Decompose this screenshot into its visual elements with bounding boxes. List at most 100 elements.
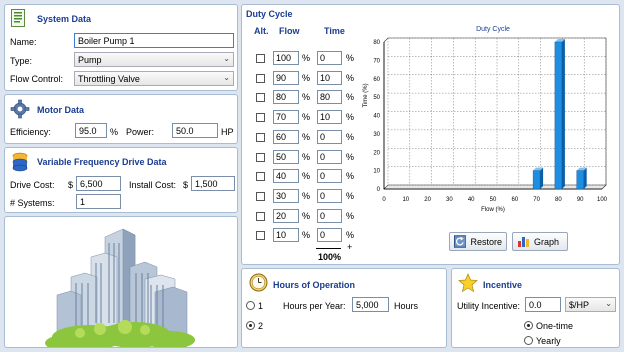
x-tick-label: 100 (597, 197, 608, 203)
x-axis-label: Flow (%) (481, 207, 505, 213)
bar (576, 170, 584, 190)
x-tick-label: 0 (382, 197, 386, 203)
incentive-unit-value: $/HP (569, 300, 590, 310)
drive-cost-currency: $ (68, 180, 74, 190)
incentive-unit-select[interactable]: $/HP ⌄ (565, 297, 616, 312)
hours-per-year-label: Hours per Year: (283, 301, 346, 311)
alt-checkbox[interactable] (256, 54, 265, 63)
install-cost-currency: $ (183, 180, 189, 190)
restore-icon (454, 235, 467, 248)
time-input[interactable]: 0 (317, 129, 342, 144)
flow-input[interactable]: 100 (273, 51, 299, 65)
drive-cost-input[interactable]: 6,500 (76, 176, 121, 191)
hours-option-2-label: 2 (258, 321, 264, 331)
time-pct-unit: % (346, 190, 355, 201)
flow-input[interactable]: 70 (273, 110, 299, 125)
system-data-panel: System Data Name: Boiler Pump 1 Type: Pu… (4, 4, 238, 91)
systems-input[interactable]: 1 (76, 194, 121, 209)
time-input[interactable]: 0 (317, 149, 342, 164)
flow-control-select[interactable]: Throttling Valve ⌄ (74, 71, 234, 86)
flow-control-label: Flow Control: (10, 74, 64, 84)
alt-checkbox[interactable] (256, 172, 265, 182)
one-time-radio[interactable] (524, 321, 533, 330)
bar-chart-icon (518, 237, 529, 247)
chevron-down-icon: ⌄ (605, 299, 612, 308)
time-pct-unit: % (346, 210, 355, 221)
time-pct-unit: % (346, 112, 355, 123)
time-input[interactable]: 10 (317, 70, 342, 85)
alt-checkbox[interactable] (256, 152, 265, 162)
type-label: Type: (10, 56, 33, 66)
flow-input[interactable]: 40 (273, 169, 299, 184)
hours-option-1-radio[interactable] (246, 301, 255, 310)
flow-input[interactable]: 80 (273, 90, 299, 105)
alt-checkbox[interactable] (256, 211, 265, 221)
duty-cycle-panel: Duty Cycle Alt. Flow Time 100% 0% 90% 10% 80… (241, 4, 620, 265)
flow-pct-unit: % (302, 92, 311, 103)
alt-checkbox[interactable] (256, 93, 265, 103)
restore-button[interactable]: Restore (449, 232, 507, 251)
time-pct-unit: % (346, 131, 355, 142)
one-time-label: One-time (536, 321, 574, 331)
flow-input[interactable]: 30 (273, 188, 299, 203)
bar-side (583, 167, 587, 189)
x-tick-label: 20 (424, 197, 431, 203)
flow-input[interactable]: 20 (273, 208, 299, 223)
install-cost-input[interactable]: 1,500 (191, 176, 235, 191)
x-tick-label: 40 (468, 197, 475, 203)
col-time-header: Time (324, 26, 345, 36)
flow-control-select-value: Throttling Valve (78, 74, 140, 84)
alt-checkbox[interactable] (256, 113, 265, 123)
flow-pct-unit: % (302, 72, 311, 83)
flow-input[interactable]: 90 (273, 70, 299, 85)
time-pct-unit: % (346, 151, 355, 162)
y-axis-label: Time (%) (363, 83, 369, 107)
y-tick-label: 40 (373, 114, 380, 120)
alt-checkbox[interactable] (256, 132, 265, 142)
time-input[interactable]: 0 (317, 169, 342, 184)
bar (554, 41, 563, 190)
time-input[interactable]: 0 (317, 208, 342, 223)
city-illustration-panel (4, 216, 238, 348)
efficiency-label: Efficiency: (10, 127, 51, 137)
flow-input[interactable]: 10 (273, 228, 299, 243)
time-pct-unit: % (346, 53, 355, 63)
yearly-radio[interactable] (524, 336, 533, 345)
power-label: Power: (126, 127, 155, 137)
drive-cost-label: Drive Cost: (10, 180, 55, 190)
vfd-data-panel: Variable Frequency Drive Data Drive Cost… (4, 147, 238, 213)
graph-button[interactable]: Graph (512, 232, 568, 251)
motor-data-title: Motor Data (37, 105, 84, 115)
restore-button-label: Restore (470, 236, 502, 247)
power-input[interactable]: 50.0 (172, 123, 218, 138)
bar-side (561, 39, 565, 189)
time-input[interactable]: 10 (317, 110, 342, 125)
graph-button-label: Graph (534, 236, 560, 247)
hours-per-year-input[interactable]: 5,000 (352, 297, 389, 312)
time-input[interactable]: 0 (317, 188, 342, 203)
hours-of-operation-panel: Hours of Operation 1 2 Hours per Year: 5… (241, 268, 447, 348)
time-input[interactable]: 80 (317, 90, 342, 105)
y-tick-label: 60 (373, 77, 380, 83)
alt-checkbox[interactable] (256, 231, 265, 241)
utility-incentive-input[interactable]: 0.0 (525, 297, 561, 312)
total-separator (316, 248, 341, 249)
flow-pct-unit: % (302, 151, 311, 162)
name-input[interactable]: Boiler Pump 1 (74, 33, 234, 48)
flow-input[interactable]: 60 (273, 129, 299, 144)
col-alt-header: Alt. (254, 26, 269, 36)
hours-option-2-radio[interactable] (246, 321, 255, 330)
incentive-title: Incentive (483, 280, 523, 290)
efficiency-input[interactable]: 95.0 (75, 123, 107, 138)
document-icon (11, 9, 25, 27)
x-tick-label: 50 (490, 197, 497, 203)
type-select[interactable]: Pump ⌄ (74, 52, 234, 67)
time-input[interactable]: 0 (317, 51, 342, 65)
star-icon (458, 273, 478, 293)
duty-cycle-title: Duty Cycle (246, 9, 293, 19)
flow-pct-unit: % (302, 112, 311, 123)
alt-checkbox[interactable] (256, 73, 265, 83)
alt-checkbox[interactable] (256, 191, 265, 201)
flow-input[interactable]: 50 (273, 149, 299, 164)
time-input[interactable]: 0 (317, 228, 342, 243)
